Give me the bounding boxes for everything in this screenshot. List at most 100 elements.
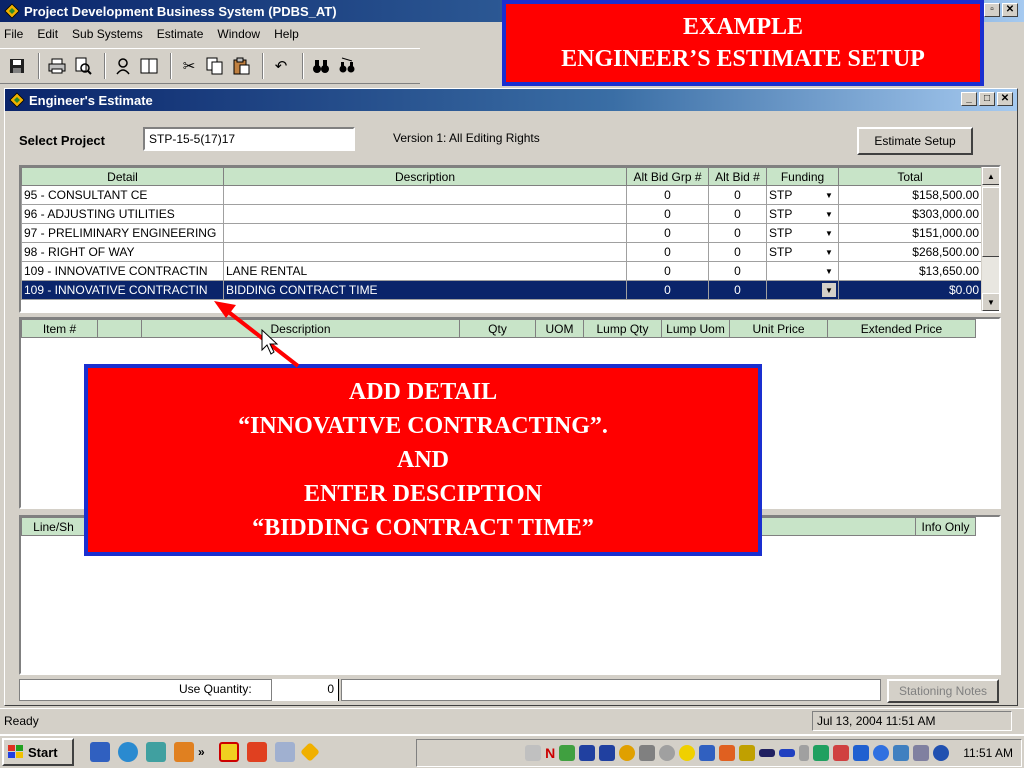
globe-icon[interactable] bbox=[873, 745, 890, 761]
cell-detail[interactable]: 109 - INNOVATIVE CONTRACTIN bbox=[21, 280, 224, 300]
stationing-notes-button[interactable]: Stationing Notes bbox=[887, 679, 999, 703]
detail-scrollbar[interactable]: ▲ ▼ bbox=[981, 167, 999, 311]
cell-detail[interactable]: 109 - INNOVATIVE CONTRACTIN bbox=[21, 261, 224, 281]
header-lump-uom[interactable]: Lump Uom bbox=[661, 319, 730, 338]
start-button[interactable]: Start bbox=[2, 738, 74, 766]
cell-description[interactable] bbox=[223, 204, 627, 224]
use-quantity-input[interactable]: 0 bbox=[271, 679, 339, 701]
presentation-icon[interactable] bbox=[246, 742, 267, 762]
chevron-down-icon[interactable]: ▼ bbox=[822, 283, 836, 297]
gear-icon[interactable] bbox=[619, 745, 636, 761]
cell-total[interactable]: $13,650.00 bbox=[838, 261, 982, 281]
chevron-down-icon[interactable]: ▼ bbox=[822, 264, 836, 278]
app-close-button[interactable]: ✕ bbox=[1002, 3, 1018, 17]
project-input[interactable]: STP-15-5(17)17 bbox=[143, 127, 355, 151]
scroll-thumb[interactable] bbox=[982, 187, 999, 257]
alert-icon[interactable] bbox=[833, 745, 850, 761]
pdbs-task-icon[interactable] bbox=[299, 742, 320, 762]
menu-help[interactable]: Help bbox=[274, 27, 299, 41]
cell-alt-bid[interactable]: 0 bbox=[708, 223, 767, 243]
outlook-icon[interactable] bbox=[146, 742, 166, 762]
table-row[interactable]: 95 - CONSULTANT CE 0 0 STP ▼ $158,500.00 bbox=[21, 185, 982, 205]
cell-description[interactable] bbox=[223, 185, 627, 205]
menu-window[interactable]: Window bbox=[217, 27, 260, 41]
header-extended-price[interactable]: Extended Price bbox=[827, 319, 976, 338]
printer-tray-icon[interactable] bbox=[913, 745, 930, 761]
cell-description[interactable]: LANE RENTAL bbox=[223, 261, 627, 281]
cell-funding[interactable]: STP ▼ bbox=[766, 242, 839, 262]
header-detail[interactable]: Detail bbox=[21, 167, 224, 186]
find-button[interactable] bbox=[310, 55, 332, 77]
maximize-button[interactable]: □ bbox=[979, 92, 995, 106]
cell-total[interactable]: $303,000.00 bbox=[838, 204, 982, 224]
estimate-setup-button[interactable]: Estimate Setup bbox=[857, 127, 973, 155]
header-description[interactable]: Description bbox=[223, 167, 627, 186]
header-item-description[interactable]: Description bbox=[141, 319, 460, 338]
smiley-icon[interactable] bbox=[679, 745, 696, 761]
table-row[interactable]: 109 - INNOVATIVE CONTRACTIN LANE RENTAL … bbox=[21, 261, 982, 281]
app-restore-button[interactable]: ▫ bbox=[984, 3, 1000, 17]
chevron-down-icon[interactable]: ▼ bbox=[822, 245, 836, 259]
chevron-down-icon[interactable]: ▼ bbox=[822, 188, 836, 202]
cell-alt-bid[interactable]: 0 bbox=[708, 185, 767, 205]
table-row[interactable]: 97 - PRELIMINARY ENGINEERING 0 0 STP ▼ $1… bbox=[21, 223, 982, 243]
shield-icon[interactable] bbox=[599, 745, 616, 761]
cell-alt-grp[interactable]: 0 bbox=[626, 204, 709, 224]
cell-description[interactable] bbox=[223, 223, 627, 243]
messenger-icon[interactable] bbox=[893, 745, 910, 761]
keyboard-icon[interactable] bbox=[759, 749, 776, 757]
split-view-button[interactable] bbox=[138, 55, 160, 77]
table-row-selected[interactable]: 109 - INNOVATIVE CONTRACTIN BIDDING CONT… bbox=[21, 280, 982, 300]
chevron-down-icon[interactable]: ▼ bbox=[822, 226, 836, 240]
cell-alt-bid[interactable]: 0 bbox=[708, 204, 767, 224]
cursor-icon[interactable] bbox=[853, 745, 870, 761]
header-item-number[interactable]: Item # bbox=[21, 319, 98, 338]
cell-total[interactable]: $268,500.00 bbox=[838, 242, 982, 262]
browser-icon[interactable] bbox=[118, 742, 138, 762]
table-row[interactable]: 96 - ADJUSTING UTILITIES 0 0 STP ▼ $303,0… bbox=[21, 204, 982, 224]
find-replace-button[interactable] bbox=[336, 55, 358, 77]
cell-alt-grp[interactable]: 0 bbox=[626, 185, 709, 205]
clock-icon[interactable] bbox=[659, 745, 676, 761]
header-alt-bid-grp[interactable]: Alt Bid Grp # bbox=[626, 167, 709, 186]
network-icon[interactable] bbox=[559, 745, 576, 761]
sync-icon[interactable] bbox=[813, 745, 830, 761]
header-alt-bid[interactable]: Alt Bid # bbox=[708, 167, 767, 186]
grid-app-icon[interactable] bbox=[218, 742, 239, 762]
cell-alt-bid[interactable]: 0 bbox=[708, 261, 767, 281]
tray-app-icon[interactable] bbox=[719, 745, 736, 761]
print-preview-button[interactable] bbox=[72, 55, 94, 77]
table-row[interactable]: 98 - RIGHT OF WAY 0 0 STP ▼ $268,500.00 bbox=[21, 242, 982, 262]
notes-field[interactable] bbox=[341, 679, 881, 701]
cell-total[interactable]: $0.00 bbox=[838, 280, 982, 300]
cell-funding[interactable]: ▼ bbox=[766, 261, 839, 281]
child-title-bar[interactable]: Engineer's Estimate _ □ ✕ bbox=[5, 89, 1017, 111]
cell-alt-grp[interactable]: 0 bbox=[626, 280, 709, 300]
minimize-button[interactable]: _ bbox=[961, 92, 977, 106]
close-button[interactable]: ✕ bbox=[997, 92, 1013, 106]
header-info-only[interactable]: Info Only bbox=[915, 517, 976, 536]
cell-alt-bid[interactable]: 0 bbox=[708, 280, 767, 300]
header-funding[interactable]: Funding bbox=[766, 167, 839, 186]
save-button[interactable] bbox=[6, 55, 28, 77]
cell-description[interactable]: BIDDING CONTRACT TIME bbox=[223, 280, 627, 300]
menu-sub-systems[interactable]: Sub Systems bbox=[72, 27, 143, 41]
scroll-down-icon[interactable]: ▼ bbox=[982, 293, 999, 311]
print-button[interactable] bbox=[46, 55, 68, 77]
copy-button[interactable] bbox=[204, 55, 226, 77]
menu-edit[interactable]: Edit bbox=[37, 27, 58, 41]
browser-task-icon[interactable] bbox=[274, 742, 295, 762]
header-qty[interactable]: Qty bbox=[459, 319, 536, 338]
cell-alt-grp[interactable]: 0 bbox=[626, 223, 709, 243]
shield-icon[interactable] bbox=[579, 745, 596, 761]
cell-description[interactable] bbox=[223, 242, 627, 262]
block-icon[interactable] bbox=[933, 745, 950, 761]
pen-icon[interactable] bbox=[739, 745, 756, 761]
cell-alt-grp[interactable]: 0 bbox=[626, 261, 709, 281]
tools-icon[interactable] bbox=[639, 745, 656, 761]
cell-funding[interactable]: STP ▼ bbox=[766, 204, 839, 224]
speaker-icon[interactable] bbox=[525, 745, 542, 761]
media-icon[interactable] bbox=[174, 742, 194, 762]
display-icon[interactable] bbox=[779, 749, 796, 757]
find-user-button[interactable] bbox=[112, 55, 134, 77]
